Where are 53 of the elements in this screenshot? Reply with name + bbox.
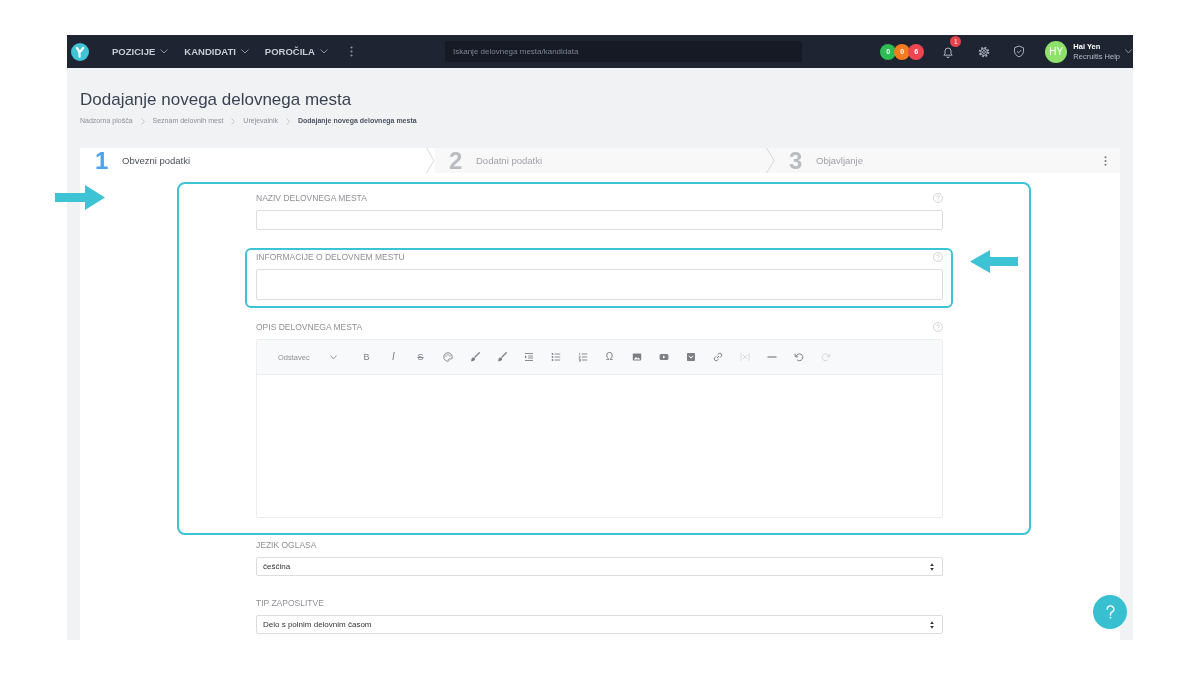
input-field[interactable] [256,210,943,230]
question-mark-icon [1105,605,1115,619]
step-tab[interactable]: 2 Dodatni podatki [435,148,775,173]
palette-icon[interactable] [442,352,453,362]
brush-icon[interactable] [469,352,480,362]
italic-button[interactable]: I [392,352,395,362]
step-tab[interactable]: 3 Objavljanje [775,148,1090,173]
page-title: Dodajanje novega delovnega mesta [80,90,353,110]
field-label: OPIS DELOVNEGA MESTA [256,322,363,332]
square-chevron-icon[interactable] [685,352,696,362]
up-down-arrows-icon [930,620,934,629]
link-icon[interactable] [712,352,723,362]
search-field[interactable]: Iskanje delovnega mesta/kandidata [445,41,802,62]
chevron-down-icon [320,49,328,54]
step-tab[interactable]: 1 Obvezni podatki [80,148,435,173]
image-icon[interactable] [631,352,642,362]
chevron-right-icon [231,117,236,125]
nav-menu-item[interactable]: POROČILA [264,46,328,57]
shield-check-icon[interactable] [1013,45,1026,58]
bold-button[interactable]: B [363,352,370,362]
field-label: TIP ZAPOSLITVE [256,598,324,608]
indent-icon[interactable] [523,352,534,362]
chevron-down-icon [240,49,249,54]
left-arrow-icon [970,250,1018,273]
kebab-menu-icon[interactable] [350,46,353,57]
select-field[interactable]: češčina [256,557,943,576]
right-arrow-icon [55,185,105,210]
chevron-down-icon [330,354,337,360]
field-label: INFORMACIJE O DELOVNEM MESTU [256,252,405,262]
special-character-button[interactable]: Ω [605,352,614,362]
brush-icon[interactable] [496,352,507,362]
kebab-menu-icon [1103,155,1107,166]
bell-icon[interactable] [942,45,955,58]
chevron-right-icon [286,117,290,125]
up-down-arrows-icon [930,562,934,571]
chevron-down-icon [160,49,169,54]
chevron-right-icon [140,117,145,125]
settings-icon[interactable] [978,45,991,58]
nav-menu-item[interactable]: POZICIJE [112,46,169,57]
text-area-field[interactable] [256,269,943,300]
nav-menu-item[interactable]: KANDIDATI [184,46,249,57]
field-label: JEZIK OGLASA [256,540,317,550]
logo-icon[interactable] [71,42,89,61]
chevron-separator-icon [426,148,435,173]
undo-icon[interactable] [793,352,804,362]
strikethrough-button[interactable]: S [417,352,424,362]
select-field[interactable]: Delo s polnim delovnim časom [256,615,943,634]
video-icon[interactable] [658,352,669,362]
chevron-separator-icon [766,148,775,173]
chevron-down-icon[interactable] [1125,49,1132,54]
field-label: NAZIV DELOVNEGA MESTA [256,193,367,203]
numbered-list-icon[interactable] [577,352,588,362]
bullet-list-icon[interactable] [550,352,561,362]
